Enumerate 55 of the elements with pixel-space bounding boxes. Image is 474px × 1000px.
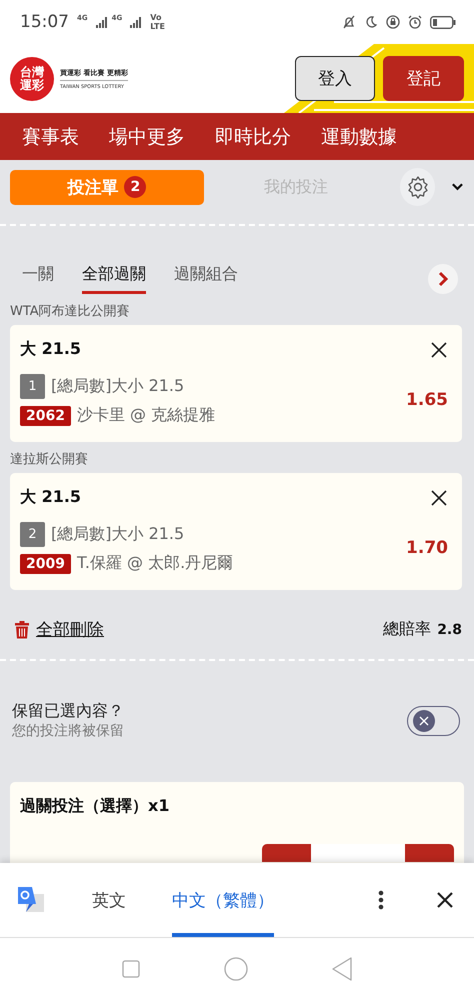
settings-icon[interactable] <box>400 168 436 206</box>
alarm-icon <box>408 15 422 29</box>
close-icon[interactable] <box>436 891 454 909</box>
volte-label: Vo <box>150 13 162 22</box>
logo-mark: 台灣 運彩 <box>10 56 54 100</box>
translate-icon[interactable] <box>16 885 46 915</box>
x-icon <box>419 716 429 726</box>
match-name: T.保羅 @ 太郎.丹尼爾 <box>76 553 234 574</box>
nav-item[interactable]: 賽事表 <box>22 124 79 150</box>
bet-pick: 大 21.5 <box>20 487 82 508</box>
language-tab[interactable]: 英文 <box>92 863 126 937</box>
total-odds-label: 總賠率 <box>383 619 432 640</box>
total-odds-value: 2.8 <box>437 622 462 638</box>
amount-stepper[interactable] <box>262 844 454 862</box>
game-code: 2009 <box>20 554 71 574</box>
volte-label: LTE <box>150 22 165 31</box>
login-button[interactable]: 登入 <box>295 56 375 101</box>
bet-pick: 大 21.5 <box>20 339 82 360</box>
competition-name: 達拉斯公開賽 <box>10 451 89 468</box>
more-icon[interactable] <box>378 890 384 910</box>
register-button[interactable]: 登記 <box>383 56 464 101</box>
leg-number: 2 <box>20 522 45 547</box>
nav-item[interactable]: 即時比分 <box>215 124 291 150</box>
bet-market: [總局數]大小 21.5 <box>51 376 184 397</box>
status-time: 15:07 <box>20 12 69 32</box>
competition-name: WTA阿布達比公開賽 <box>10 303 131 320</box>
moon-icon <box>364 15 378 29</box>
close-icon[interactable] <box>430 340 448 358</box>
trash-icon[interactable] <box>14 620 30 638</box>
delete-all-link[interactable]: 全部刪除 <box>36 618 104 641</box>
keep-selection-toggle[interactable] <box>407 706 460 736</box>
leg-number: 1 <box>20 374 45 399</box>
parlay-card-title: 過關投注（選擇）x1 <box>20 796 170 815</box>
count-badge: 2 <box>124 176 146 198</box>
keep-selection-subtitle: 您的投注將被保留 <box>12 722 125 740</box>
nav-item[interactable]: 運動數據 <box>321 124 397 150</box>
parlay-tab[interactable]: 全部過關 <box>82 264 146 294</box>
bet-market: [總局數]大小 21.5 <box>51 524 184 545</box>
signal-icon <box>130 16 142 28</box>
game-code: 2062 <box>20 406 71 426</box>
bet-odds: 1.65 <box>406 390 448 410</box>
keep-selection-title: 保留已選內容？ <box>12 701 125 722</box>
nav-item[interactable]: 場中更多 <box>109 124 185 150</box>
parlay-tab[interactable]: 一關 <box>22 264 54 294</box>
chevron-down-icon[interactable] <box>451 182 464 192</box>
bell-off-icon <box>342 15 356 29</box>
close-icon[interactable] <box>430 488 448 506</box>
bet-tab[interactable]: 投注單 2 <box>10 170 204 204</box>
signal-icon <box>96 16 108 28</box>
bet-odds: 1.70 <box>406 538 448 558</box>
parlay-tab[interactable]: 過關組合 <box>174 264 238 294</box>
match-name: 沙卡里 @ 克絲提雅 <box>76 405 216 426</box>
lock-icon <box>386 15 400 29</box>
next-icon[interactable] <box>428 264 458 294</box>
battery-icon <box>430 16 456 28</box>
